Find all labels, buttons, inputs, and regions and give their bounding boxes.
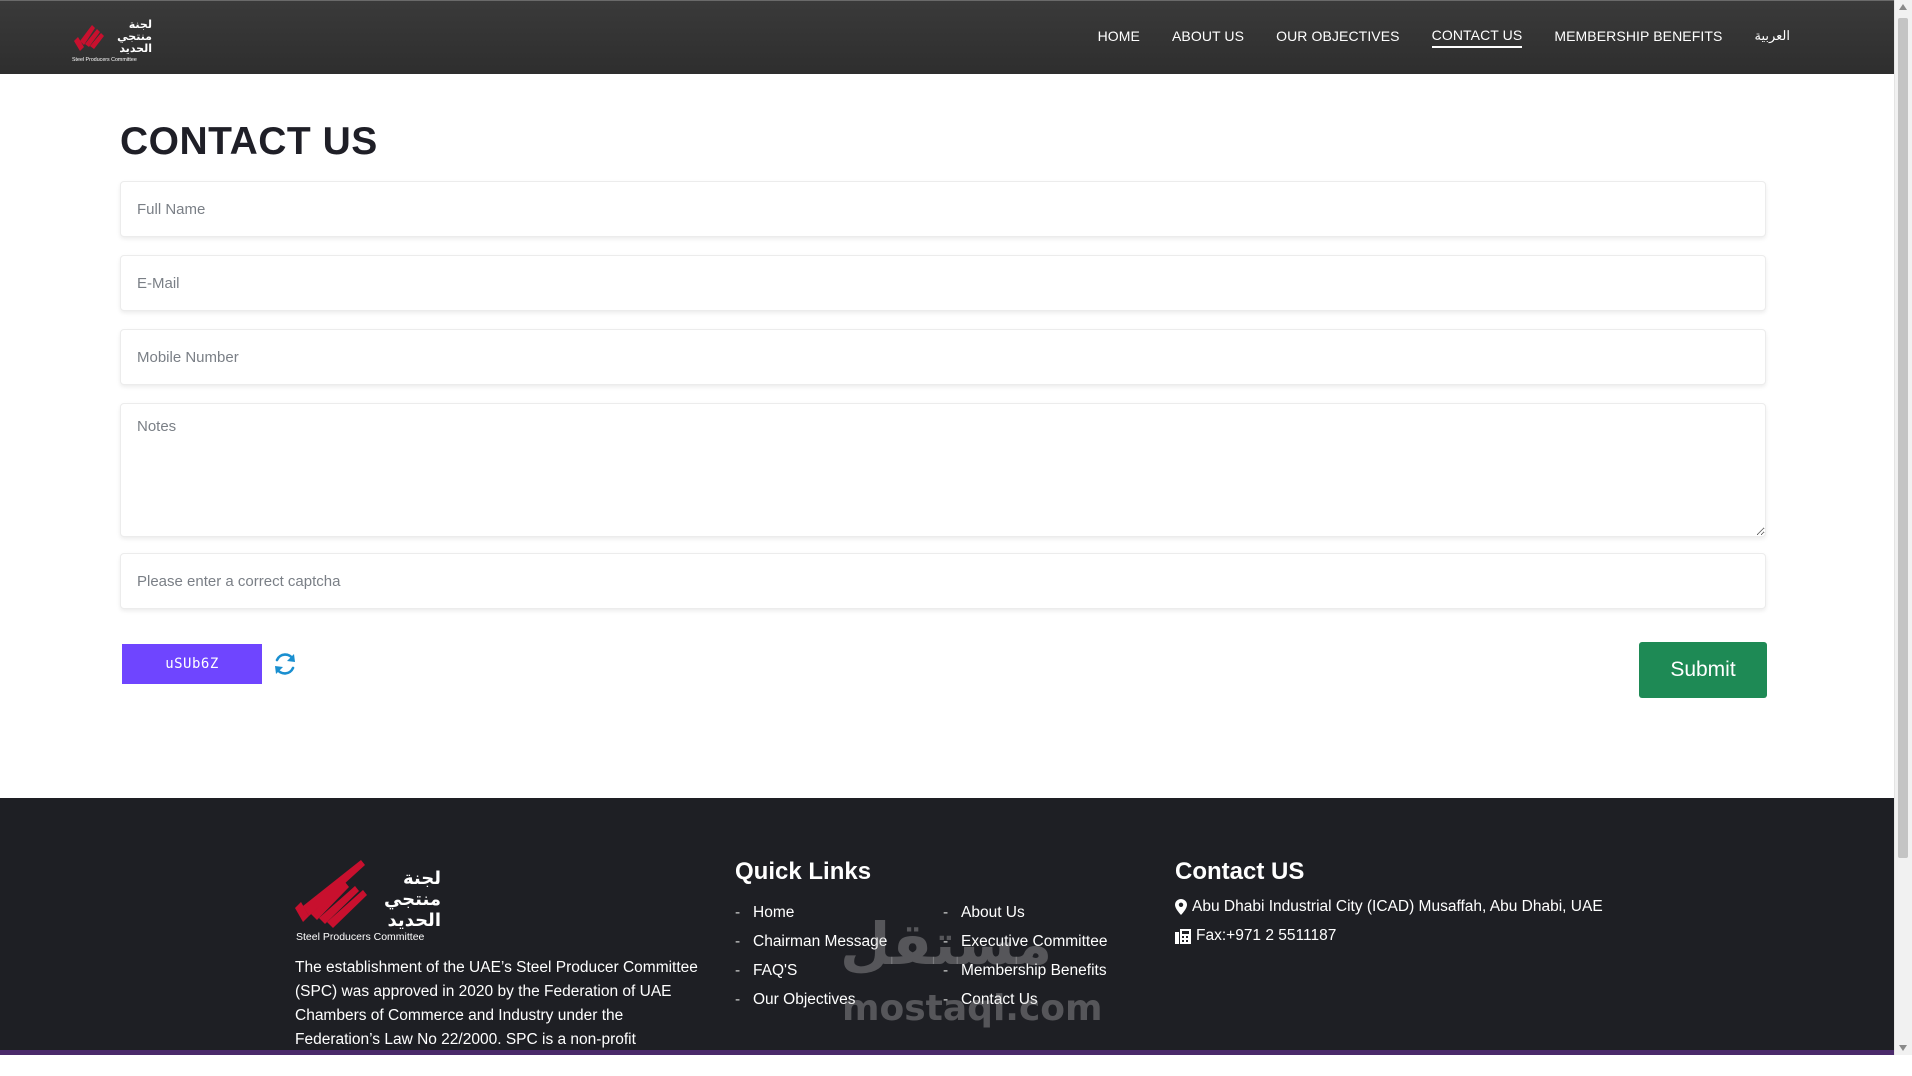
footer-logo[interactable]: لجنة منتجي الحديد Steel Producers Commit… [295,860,445,943]
page-title: CONTACT US [120,120,378,163]
nav-contact-us[interactable]: CONTACT US [1431,27,1523,48]
captcha-image: uSUb6Z [122,644,262,684]
scroll-up-arrow-icon[interactable] [1899,4,1907,10]
contact-fax: Fax:+971 2 5511187 [1175,927,1336,945]
full-name-input[interactable] [120,181,1766,237]
quick-link-membership-benefits[interactable]: - Membership Benefits [943,962,1107,991]
site-header: لجنة منتجي الحديد Steel Producers Commit… [0,0,1895,74]
contact-address: Abu Dhabi Industrial City (ICAD) Musaffa… [1175,898,1603,916]
logo-en: Steel Producers Committee [72,57,137,63]
nav-our-objectives[interactable]: OUR OBJECTIVES [1276,28,1400,47]
footer-logo-ar-line2: منتجي [384,889,441,910]
quick-link-contact-us[interactable]: - Contact Us [943,991,1107,1020]
refresh-icon[interactable] [271,650,299,678]
nav-membership-benefits[interactable]: MEMBERSHIP BENEFITS [1554,28,1722,47]
nav-about-us[interactable]: ABOUT US [1172,28,1244,47]
contact-us-heading: Contact US [1175,858,1305,885]
quick-links-col1: - Home - Chairman Message - FAQ'S - Our Obje… [735,904,887,1020]
quick-link-our-objectives[interactable]: - Our Objectives [735,991,887,1020]
address-text: Abu Dhabi Industrial City (ICAD) Musaffa… [1192,898,1603,915]
mobile-number-input[interactable] [120,329,1766,385]
map-marker-icon [1175,899,1187,915]
footer-logo-ar-line1: لجنة [403,868,441,889]
site-logo[interactable]: لجنة منتجي الحديد Steel Producers Commit… [70,15,156,63]
footer-about-text: The establishment of the UAE’s Steel Pro… [295,959,698,1072]
captcha-input[interactable] [120,553,1766,609]
quick-links-heading: Quick Links [735,858,872,885]
quick-link-executive-committee[interactable]: - Executive Committee [943,933,1107,962]
submit-button[interactable]: Submit [1639,642,1767,698]
quick-link-home[interactable]: - Home [735,904,887,933]
notes-textarea[interactable] [120,403,1766,537]
footer-logo-ar-line3: الحديد [388,910,441,931]
main-nav: HOME ABOUT US OUR OBJECTIVES CONTACT US … [1066,1,1790,74]
scrollbar-thumb[interactable] [1898,18,1908,858]
footer-bottom-strip [0,1050,1895,1055]
footer-logo-en: Steel Producers Committee [296,931,425,942]
fax-icon [1175,928,1191,944]
quick-link-about-us[interactable]: - About Us [943,904,1107,933]
fax-text: Fax:+971 2 5511187 [1196,927,1337,944]
scroll-down-arrow-icon[interactable] [1899,1045,1907,1051]
email-input[interactable] [120,255,1766,311]
quick-links-col2: - About Us - Executive Committee - Membersh… [943,904,1107,1020]
logo-ar-line3: الحديد [119,42,152,55]
quick-link-faqs[interactable]: - FAQ'S [735,962,887,991]
quick-link-chairman-message[interactable]: - Chairman Message [735,933,887,962]
page-scrollbar[interactable] [1894,0,1912,1055]
nav-language-arabic[interactable]: العربية [1754,28,1790,47]
nav-home[interactable]: HOME [1098,28,1140,47]
